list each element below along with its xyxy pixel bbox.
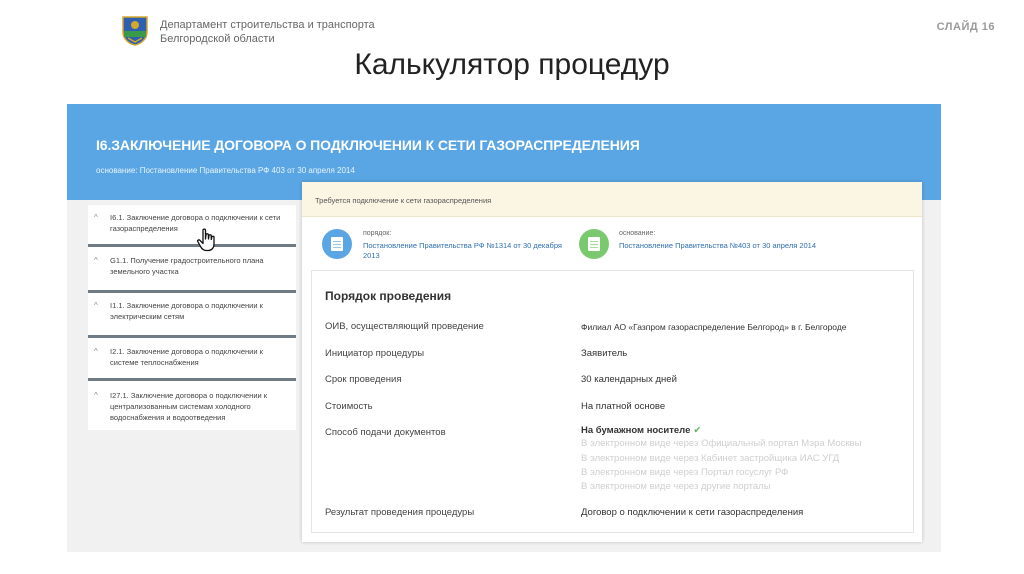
- row-label-submission: Способ подачи документов: [325, 427, 446, 438]
- submission-option[interactable]: В электронном виде через Портал госуслуг…: [581, 467, 788, 478]
- order-document-icon: [322, 229, 352, 259]
- row-value-cost: На платной основе: [581, 401, 666, 412]
- sidebar-item-i27-1[interactable]: ^ I27.1. Заключение договора о подключен…: [88, 390, 296, 426]
- submission-selected-label: На бумажном носителе: [581, 425, 691, 436]
- check-icon: ✔: [693, 425, 702, 436]
- chevron-up-icon: ^: [94, 301, 98, 310]
- sidebar-item-label: I2.1. Заключение договора о подключении …: [110, 347, 263, 367]
- sidebar-item-label: I27.1. Заключение договора о подключении…: [110, 391, 268, 422]
- section-title: Порядок проведения: [325, 289, 452, 303]
- sidebar-item-i2-1[interactable]: ^ I2.1. Заключение договора о подключени…: [88, 346, 296, 376]
- order-link[interactable]: Постановление Правительства РФ №1314 от …: [363, 241, 562, 261]
- chevron-up-icon: ^: [94, 347, 98, 356]
- sidebar-item-i6-1[interactable]: ^ I6.1. Заключение договора о подключени…: [88, 212, 296, 242]
- basis-document-icon: [579, 229, 609, 259]
- row-label-duration: Срок проведения: [325, 374, 402, 385]
- sidebar-item-g1-1[interactable]: ^ G1.1. Получение градостроительного пла…: [88, 255, 296, 285]
- order-link-line-1: Постановление Правительства РФ №1314 от …: [363, 241, 562, 250]
- sidebar-item-label: G1.1. Получение градостроительного плана…: [110, 256, 264, 276]
- hand-pointer-icon: [196, 228, 218, 252]
- submission-option[interactable]: В электронном виде через другие порталы: [581, 481, 771, 492]
- submission-selected[interactable]: На бумажном носителе ✔: [581, 425, 701, 436]
- procedure-basis: основание: Постановление Правительства Р…: [96, 166, 355, 175]
- row-value-result: Договор о подключении к сети газораспред…: [581, 507, 804, 518]
- divider: [88, 244, 296, 247]
- row-label-executor: ОИВ, осуществляющий проведение: [325, 321, 484, 332]
- divider: [88, 335, 296, 338]
- requirement-notice-text: Требуется подключение к сети газораспред…: [315, 196, 492, 205]
- divider: [88, 378, 296, 381]
- department-line-1: Департамент строительства и транспорта: [160, 19, 375, 31]
- row-value-initiator: Заявитель: [581, 348, 628, 359]
- procedure-title: I6.ЗАКЛЮЧЕНИЕ ДОГОВОРА О ПОДКЛЮЧЕНИИ К С…: [96, 137, 640, 153]
- chevron-up-icon: ^: [94, 391, 98, 400]
- department-name: Департамент строительства и транспорта Б…: [160, 18, 375, 46]
- divider: [88, 290, 296, 293]
- row-label-result: Результат проведения процедуры: [325, 507, 475, 518]
- coat-of-arms-icon: [122, 16, 148, 46]
- chevron-up-icon: ^: [94, 213, 98, 222]
- chevron-up-icon: ^: [94, 256, 98, 265]
- row-label-cost: Стоимость: [325, 401, 373, 412]
- order-label: порядок:: [363, 230, 392, 237]
- row-value-executor: Филиал АО «Газпром газораспределение Бел…: [581, 322, 847, 332]
- basis-link[interactable]: Постановление Правительства №403 от 30 а…: [619, 241, 816, 251]
- basis-label: основание:: [619, 230, 656, 237]
- sidebar-item-i1-1[interactable]: ^ I1.1. Заключение договора о подключени…: [88, 300, 296, 330]
- sidebar-item-label: I1.1. Заключение договора о подключении …: [110, 301, 263, 321]
- row-value-duration: 30 календарных дней: [581, 374, 677, 385]
- page-title: Калькулятор процедур: [354, 48, 670, 81]
- order-link-line-2: 2013: [363, 251, 380, 260]
- slide-number: СЛАЙД 16: [936, 21, 995, 33]
- department-line-2: Белгородской области: [160, 33, 275, 45]
- submission-option[interactable]: В электронном виде через Кабинет застрой…: [581, 453, 839, 464]
- row-label-initiator: Инициатор процедуры: [325, 348, 425, 359]
- submission-option[interactable]: В электронном виде через Официальный пор…: [581, 438, 861, 449]
